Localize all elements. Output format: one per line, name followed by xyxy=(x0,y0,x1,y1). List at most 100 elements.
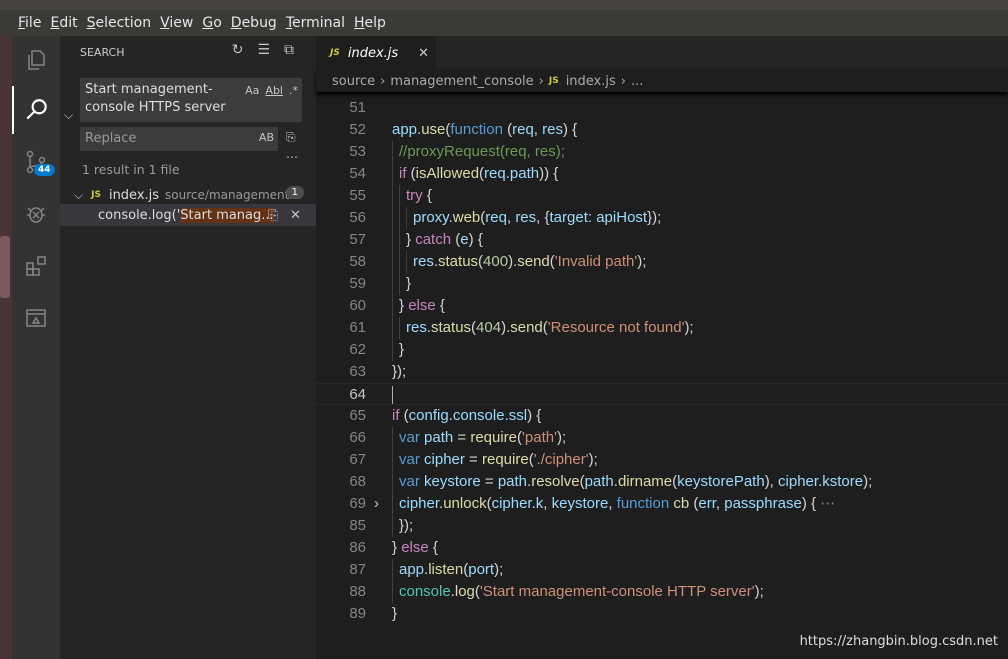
menu-terminal[interactable]: Terminal xyxy=(286,15,345,31)
code-token: ( xyxy=(451,231,461,248)
replace-icon[interactable]: ⎘ xyxy=(268,208,278,223)
code-line[interactable]: 88 console.log('Start management-console … xyxy=(316,581,1008,603)
toggle-replace-chevron-icon[interactable]: ⌵ xyxy=(64,108,73,123)
code-token: console xyxy=(452,407,505,424)
code-line[interactable]: 66 var path = require('path'); xyxy=(316,427,1008,449)
menu-edit[interactable]: Edit xyxy=(50,15,77,31)
indent-guide xyxy=(392,229,393,251)
indent-guide xyxy=(406,207,407,229)
code-line[interactable]: 87 app.listen(port); xyxy=(316,559,1008,581)
code-line[interactable]: 58 res.status(400).send('Invalid path'); xyxy=(316,251,1008,273)
explorer-icon[interactable] xyxy=(12,36,60,84)
indent-guide xyxy=(392,251,393,273)
code-line[interactable]: 62} xyxy=(316,339,1008,361)
code-token: ( xyxy=(689,495,699,512)
code-line[interactable]: 85}); xyxy=(316,515,1008,537)
code-token: ); xyxy=(754,583,764,600)
code-text: if (isAllowed(req.path)) { xyxy=(399,163,558,185)
code-line[interactable]: 61 res.status(404).send('Resource not fou… xyxy=(316,317,1008,339)
code-line[interactable]: 65 if (config.console.ssl) { xyxy=(316,405,1008,427)
menu-debug[interactable]: Debug xyxy=(231,15,277,31)
code-token: var xyxy=(399,429,420,446)
code-token: else xyxy=(408,297,436,314)
code-line[interactable]: 52 app.use(function (req, res) { xyxy=(316,119,1008,141)
code-line[interactable]: 60} else { xyxy=(316,295,1008,317)
code-line[interactable]: 59} xyxy=(316,273,1008,295)
code-editor[interactable]: 51 52 app.use(function (req, res) {53//pro… xyxy=(316,92,1008,659)
match-count-badge: 1 xyxy=(285,186,304,199)
collapse-all-icon[interactable]: ⧉ xyxy=(284,42,294,58)
code-token: use xyxy=(421,121,446,138)
code-line[interactable]: 67 var cipher = require('./cipher'); xyxy=(316,449,1008,471)
code-line[interactable]: 57} catch (e) { xyxy=(316,229,1008,251)
indent-guide xyxy=(406,251,407,273)
clear-results-icon[interactable]: ☰ xyxy=(257,42,270,58)
code-token: ) { xyxy=(801,495,821,512)
code-line[interactable]: 53 //proxyRequest(req, res); xyxy=(316,141,1008,163)
result-file[interactable]: ⌵ JS index.js source/management... 1 xyxy=(60,184,316,206)
match-word-toggle[interactable]: Abl xyxy=(265,82,283,100)
code-token: )) { xyxy=(539,165,559,182)
remote-explorer-icon[interactable] xyxy=(12,294,60,342)
breadcrumb-source[interactable]: source xyxy=(332,74,375,89)
code-line[interactable]: 56 proxy.web(req, res, {target: apiHost})… xyxy=(316,207,1008,229)
extensions-icon[interactable] xyxy=(12,242,60,290)
code-line[interactable]: 68 var keystore = path.resolve(path.dirna… xyxy=(316,471,1008,493)
code-text: var keystore = path.resolve(path.dirname… xyxy=(399,471,872,493)
breadcrumb-symbol[interactable]: ... xyxy=(631,74,643,89)
code-line[interactable]: 69 › cipher.unlock(cipher.k, keystore, fun… xyxy=(316,493,1008,515)
code-token: cipher xyxy=(491,495,532,512)
code-token: cb xyxy=(673,495,690,512)
code-token: resolve xyxy=(531,473,580,490)
code-line[interactable]: 64 xyxy=(316,383,1008,405)
line-number: 57 xyxy=(349,231,366,248)
line-number: 56 xyxy=(349,209,366,226)
code-token: dirname xyxy=(617,473,673,490)
indent-guide xyxy=(392,141,393,163)
code-line[interactable]: 89} xyxy=(316,603,1008,625)
more-options-icon[interactable]: ⋯ xyxy=(286,150,298,164)
menu-file[interactable]: File xyxy=(18,15,41,31)
fold-chevron-icon[interactable]: › xyxy=(374,493,379,515)
code-line[interactable]: 51 xyxy=(316,97,1008,119)
code-token: path xyxy=(584,473,614,490)
code-token: apiHost xyxy=(596,209,648,226)
source-control-icon[interactable]: 44 xyxy=(12,138,60,186)
menu-go[interactable]: Go xyxy=(202,15,221,31)
result-match[interactable]: console.log(' Start manag... ⎘ ✕ xyxy=(60,204,316,226)
code-text: cipher.unlock(cipher.k, keystore, functi… xyxy=(399,493,835,515)
tab-index-js[interactable]: JS index.js ✕ xyxy=(316,36,436,70)
close-tab-icon[interactable]: ✕ xyxy=(418,46,429,61)
debug-icon[interactable] xyxy=(12,190,60,238)
code-line[interactable]: 86} else { xyxy=(316,537,1008,559)
menu-selection[interactable]: Selection xyxy=(87,15,152,31)
search-sidebar: SEARCH ↻ ☰ ⧉ ⌵ Start management-console … xyxy=(60,36,316,659)
code-line[interactable]: 54 if (isAllowed(req.path)) { xyxy=(316,163,1008,185)
sidebar-title: SEARCH xyxy=(80,46,125,59)
replace-input[interactable]: Replace AB xyxy=(80,127,278,151)
code-token: 'path' xyxy=(522,429,557,446)
breadcrumb-folder[interactable]: management_console xyxy=(390,74,533,89)
code-line[interactable]: 63}); xyxy=(316,361,1008,383)
menu-view[interactable]: View xyxy=(160,15,193,31)
match-case-toggle[interactable]: Aa xyxy=(245,82,259,100)
preserve-case-toggle[interactable]: AB xyxy=(259,131,274,144)
code-token: kstore xyxy=(822,473,864,490)
code-token: res xyxy=(413,253,434,270)
line-number: 88 xyxy=(349,583,366,600)
search-icon[interactable] xyxy=(12,86,60,134)
refresh-icon[interactable]: ↻ xyxy=(232,42,244,58)
menu-help[interactable]: Help xyxy=(354,15,386,31)
indent-guide xyxy=(399,273,400,295)
code-token: , xyxy=(608,495,617,512)
code-token: = xyxy=(480,473,498,490)
line-number: 86 xyxy=(349,539,366,556)
search-input[interactable]: Start management-console HTTPS server Aa… xyxy=(80,78,302,122)
dismiss-icon[interactable]: ✕ xyxy=(290,208,301,223)
replace-all-icon[interactable]: ⎘ xyxy=(286,130,296,145)
breadcrumb-file[interactable]: index.js xyxy=(566,74,616,89)
regex-toggle[interactable]: .* xyxy=(289,82,298,100)
code-text: }); xyxy=(392,361,406,383)
code-token: keystore xyxy=(551,495,609,512)
code-line[interactable]: 55 try { xyxy=(316,185,1008,207)
